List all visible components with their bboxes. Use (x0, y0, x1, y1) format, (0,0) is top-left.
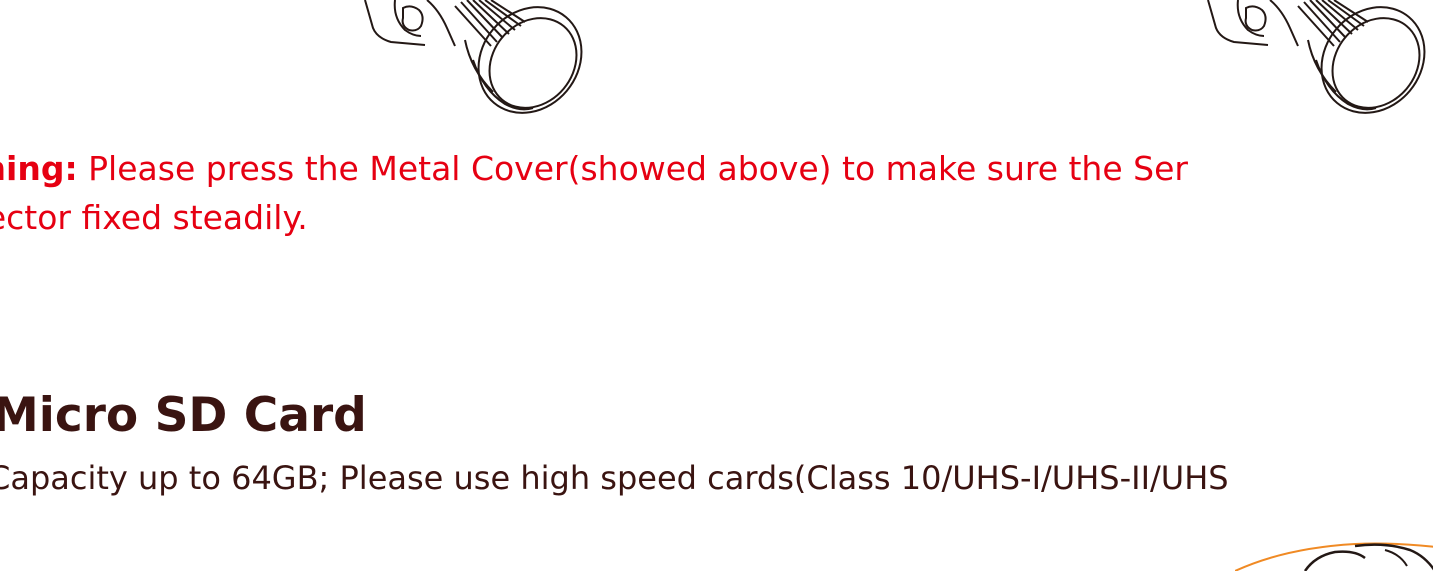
section-title: Micro SD Card (0, 388, 367, 443)
warning-note: arning: Please press the Metal Cover(sho… (0, 144, 1433, 242)
warning-line-1: arning: Please press the Metal Cover(sho… (0, 144, 1433, 193)
warning-text-1: Please press the Metal Cover(showed abov… (77, 149, 1188, 188)
section-text: Capacity up to 64GB; Please use high spe… (0, 459, 1229, 497)
warning-text-2: nnector fixed steadily. (0, 198, 308, 237)
camera-lens-icon (1207, 0, 1426, 114)
sd-card-slot-icon (1235, 542, 1433, 571)
warning-label: arning: (0, 149, 78, 188)
camera-lens-icon (364, 0, 583, 114)
